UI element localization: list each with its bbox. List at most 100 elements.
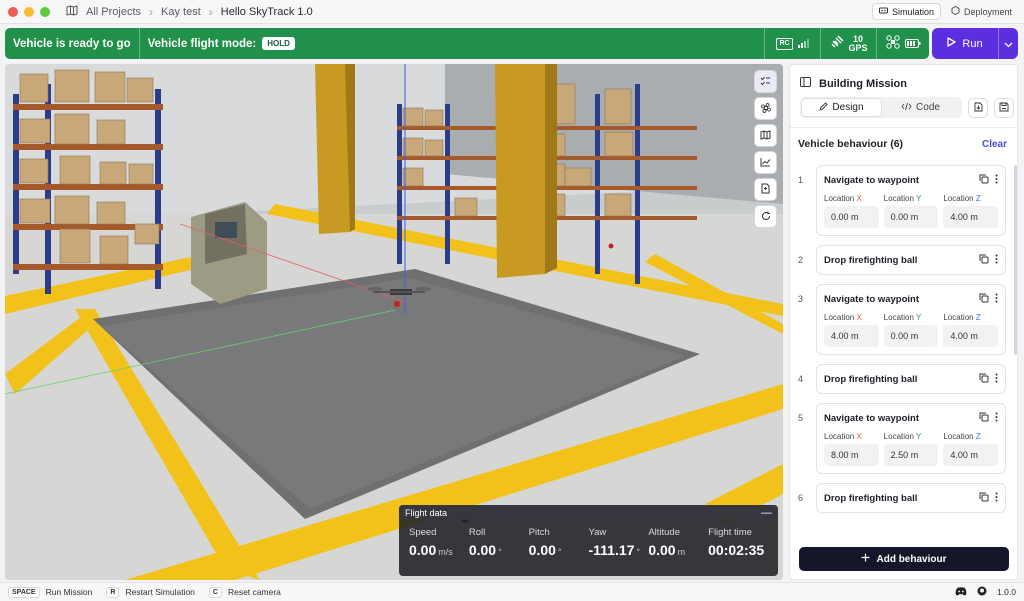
import-icon [974,101,983,115]
rc-signal-indicator[interactable]: RC [764,28,820,59]
document-tool-button[interactable] [754,178,777,201]
duplicate-icon[interactable] [979,492,989,505]
checklist-tool-button[interactable] [754,70,777,93]
warehouse-scene [5,64,783,580]
discord-icon[interactable] [955,586,967,598]
refresh-icon [761,210,771,224]
command-icon [760,102,771,116]
list-item: 4 Drop firefighting ball [798,364,1009,394]
flight-time-readout: Flight time 00:02:35 [708,527,765,558]
chart-icon [760,156,771,170]
more-options-icon[interactable] [995,373,998,386]
shortcut-bar: SPACE Run Mission R Restart Simulation C… [0,582,1024,601]
mission-panel: Building Mission Design Code Vehicle beh… [789,64,1018,580]
behaviour-card[interactable]: Navigate to waypoint Location X 4.00 m Lo… [816,284,1006,355]
run-button-label: Run [962,37,983,50]
gps-indicator[interactable]: 10 GPS [820,28,876,59]
add-behaviour-button[interactable]: Add behaviour [799,547,1009,571]
tab-deployment[interactable]: Deployment [945,3,1018,20]
list-item: 1 Navigate to waypoint Location X 0.00 m … [798,165,1009,236]
command-tool-button[interactable] [754,97,777,120]
app-version: 1.0.0 [997,587,1016,597]
duplicate-icon[interactable] [979,293,989,306]
duplicate-icon[interactable] [979,174,989,187]
location-x-input[interactable]: 4.00 m [824,325,879,347]
minimize-flight-data-button[interactable]: — [761,507,772,519]
run-button[interactable]: Run [932,28,1018,59]
vehicle-status-bar: Vehicle is ready to go Vehicle flight mo… [5,28,929,59]
reset-tool-button[interactable] [754,205,777,228]
behaviour-card[interactable]: Drop firefighting ball [816,364,1006,394]
list-item: 5 Navigate to waypoint Location X 8.00 m … [798,403,1009,474]
behaviour-card[interactable]: Navigate to waypoint Location X 8.00 m Lo… [816,403,1006,474]
shortcut-label: Restart Simulation [125,587,195,597]
simulation-icon [878,6,888,17]
more-options-icon[interactable] [995,293,998,306]
behaviour-title: Navigate to waypoint [824,412,920,424]
location-x-input[interactable]: 0.00 m [824,206,879,228]
behaviour-title: Drop firefighting ball [824,254,918,266]
vehicle-battery-indicator[interactable] [876,28,929,59]
github-icon[interactable] [977,586,987,598]
clear-behaviours-link[interactable]: Clear [982,139,1007,150]
location-y-input[interactable]: 0.00 m [883,206,939,228]
duplicate-icon[interactable] [979,412,989,425]
flight-data-panel: Flight data — Speed 0.00 m/s Roll 0.00 ° P… [399,505,778,576]
duplicate-icon[interactable] [979,373,989,386]
breadcrumb-all-projects[interactable]: All Projects [86,6,141,18]
shortcut-label: Run Mission [45,587,93,597]
battery-icon [904,37,921,51]
tab-code[interactable]: Code [881,99,960,116]
deployment-icon [951,5,960,17]
save-button[interactable] [994,97,1014,118]
code-icon [901,102,912,114]
shortcut-reset-camera: C Reset camera [208,586,281,598]
run-options-button[interactable] [998,28,1018,59]
behaviour-title: Navigate to waypoint [824,293,920,305]
breadcrumb-current: Hello SkyTrack 1.0 [220,5,313,18]
behaviour-card[interactable]: Navigate to waypoint Location X 0.00 m Lo… [816,165,1006,236]
location-x-input[interactable]: 8.00 m [824,444,879,466]
location-z-input[interactable]: 4.00 m [943,206,999,228]
breadcrumb-project[interactable]: Kay test [161,6,201,18]
mission-title: Building Mission [819,77,907,90]
minimize-window-button[interactable] [24,6,34,17]
location-z-input[interactable]: 4.00 m [943,444,999,466]
flight-data-title: Flight data [405,507,448,518]
behaviour-card[interactable]: Drop firefighting ball [816,245,1006,275]
more-options-icon[interactable] [995,412,998,425]
vehicle-ready-status: Vehicle is ready to go [5,28,140,59]
tab-simulation[interactable]: Simulation [871,3,941,20]
mode-tabs: Simulation Deployment [871,3,1018,20]
run-main-action[interactable]: Run [932,28,998,59]
more-options-icon[interactable] [995,492,998,505]
more-options-icon[interactable] [995,254,998,267]
duplicate-icon[interactable] [979,254,989,267]
speed-readout: Speed 0.00 m/s [409,527,453,558]
behaviour-list[interactable]: 1 Navigate to waypoint Location X 0.00 m … [790,165,1009,542]
gps-label: GPS [848,42,868,53]
more-options-icon[interactable] [995,174,998,187]
close-window-button[interactable] [8,6,18,17]
import-button[interactable] [968,97,988,118]
chart-tool-button[interactable] [754,151,777,174]
shortcut-key: SPACE [8,586,40,598]
tab-design[interactable]: Design [802,99,881,116]
shortcut-run-mission: SPACE Run Mission [8,586,93,598]
location-z-input[interactable]: 4.00 m [943,325,999,347]
simulation-viewport[interactable]: Flight data — Speed 0.00 m/s Roll 0.00 ° P… [5,64,783,580]
shortcut-key: R [106,586,120,598]
location-y-input[interactable]: 2.50 m [883,444,939,466]
map-icon [760,129,771,143]
signal-bars-icon [797,37,809,51]
location-y-input[interactable]: 0.00 m [883,325,939,347]
plus-icon [861,553,870,565]
chevron-down-icon [1004,37,1013,51]
behaviour-list-scrollbar[interactable] [1014,165,1017,355]
satellite-icon [830,35,844,52]
sidebar-toggle-icon[interactable] [800,77,811,90]
map-tool-button[interactable] [754,124,777,147]
behaviour-card[interactable]: Drop firefighting ball [816,483,1006,513]
zoom-window-button[interactable] [40,6,50,17]
title-bar: All Projects › Kay test › Hello SkyTrack… [0,0,1024,24]
